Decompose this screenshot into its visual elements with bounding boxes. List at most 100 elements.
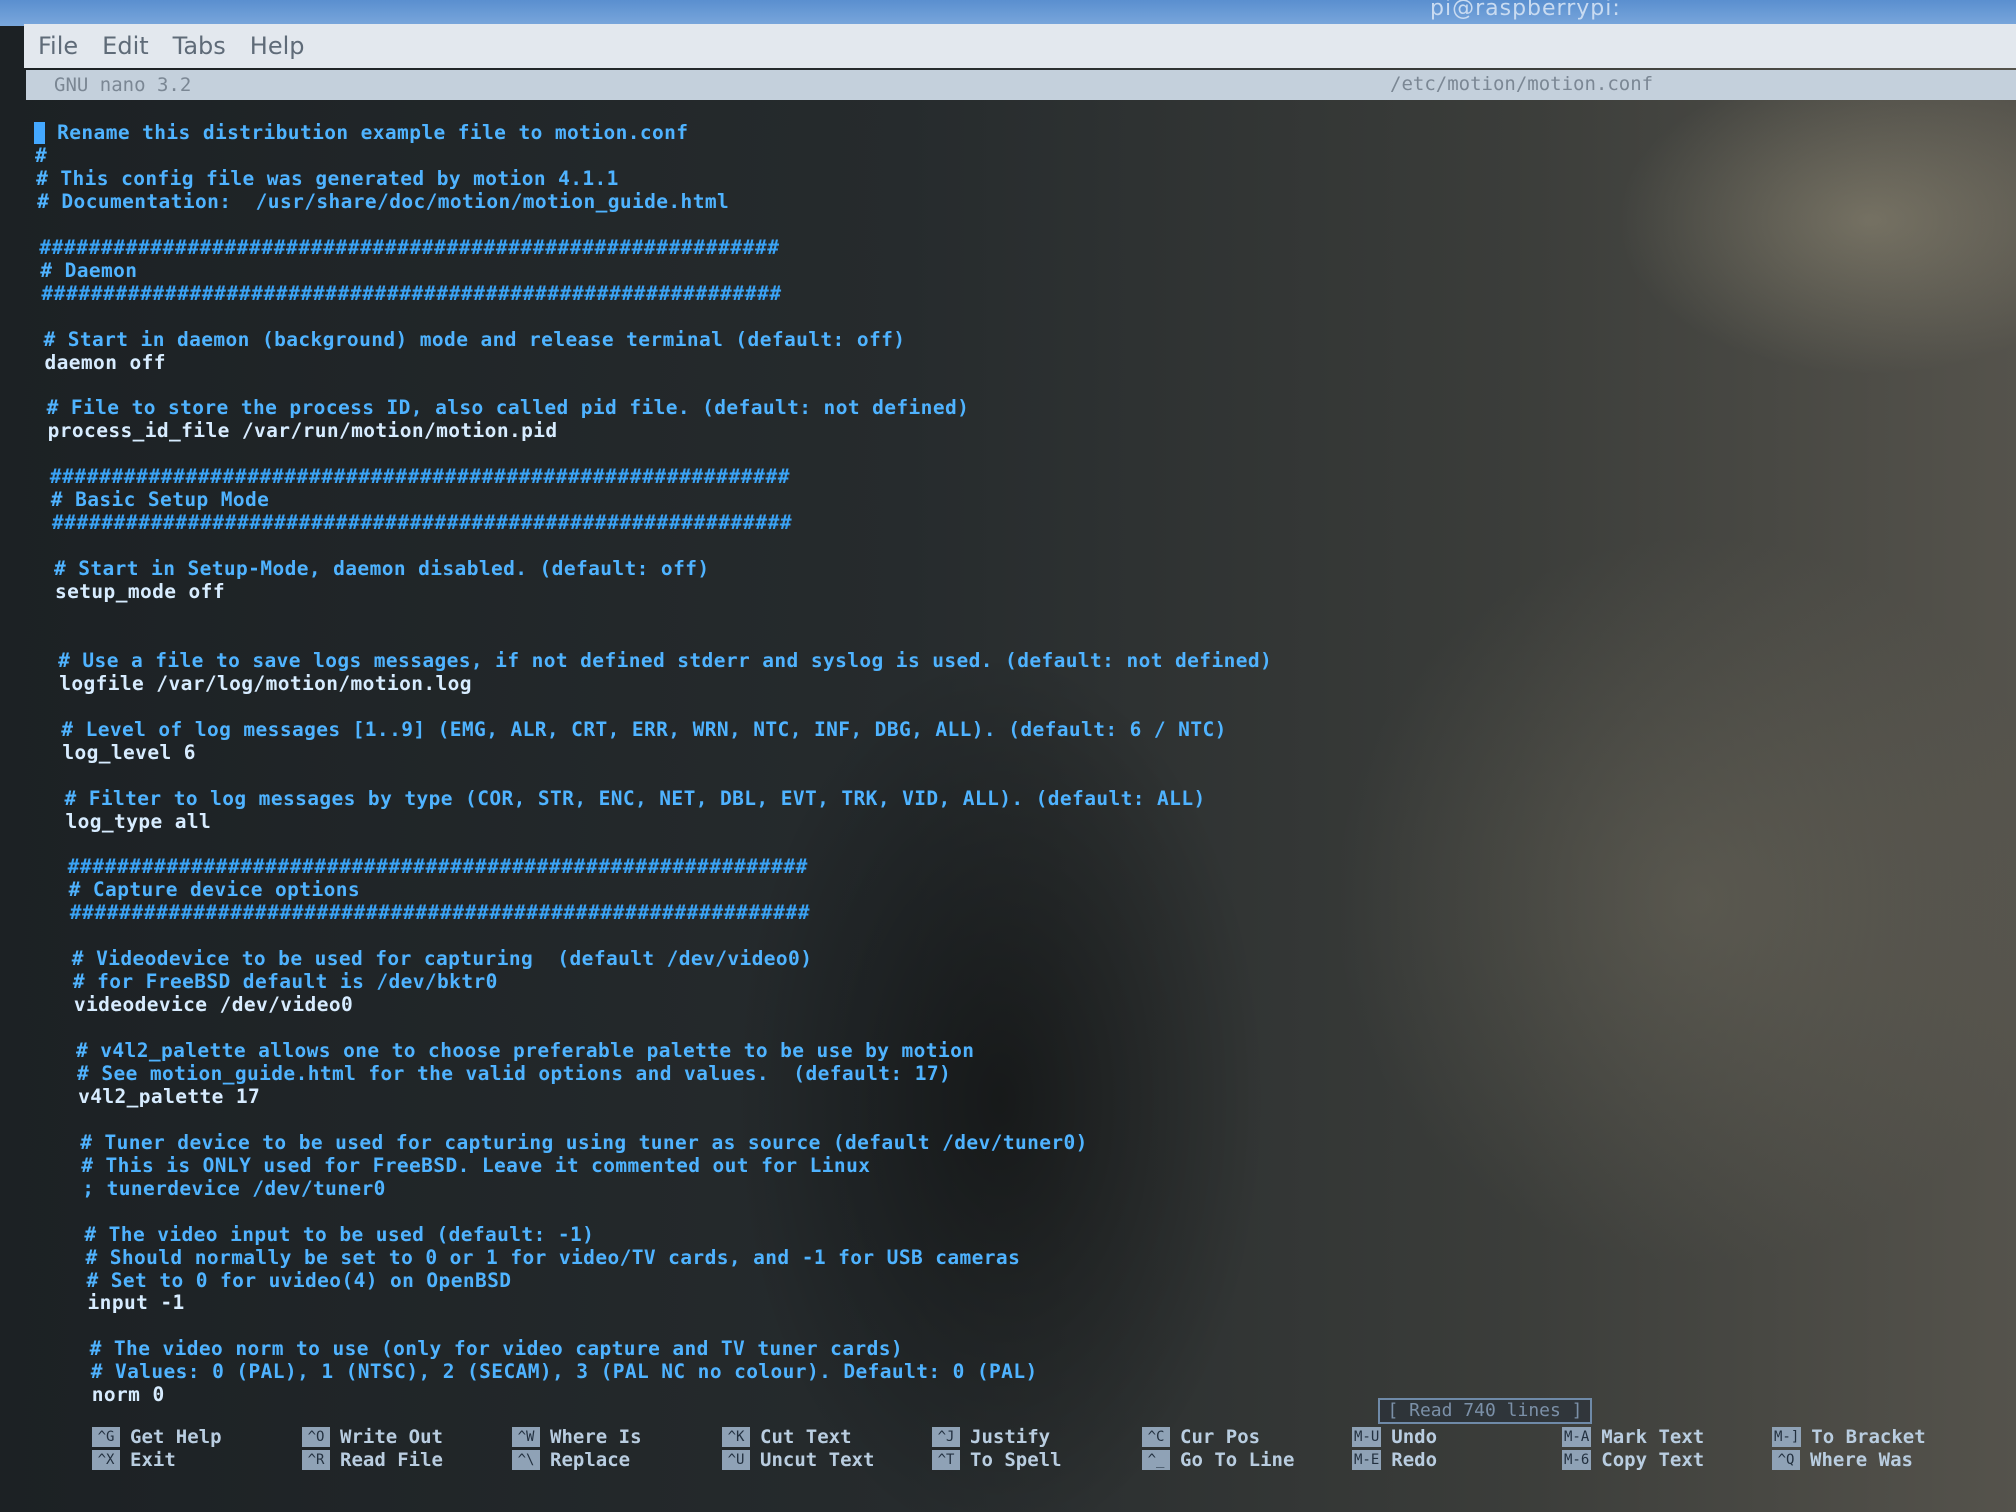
shortcut-key: ^\ — [512, 1449, 540, 1470]
shortcut-to-bracket[interactable]: M-] To Bracket — [1772, 1424, 1926, 1449]
shortcut-key: ^O — [302, 1426, 330, 1447]
editor-line-text: videodevice /dev/video0 — [73, 993, 354, 1017]
shortcut-key: ^Q — [1772, 1449, 1800, 1470]
shortcut-get-help[interactable]: ^G Get Help — [92, 1424, 222, 1449]
shortcut-justify[interactable]: ^J Justify — [932, 1424, 1050, 1449]
editor-line-text: # Filter to log messages by type (COR, S… — [64, 786, 1206, 810]
shortcut-label: Redo — [1391, 1448, 1438, 1471]
shortcut-cut-text[interactable]: ^K Cut Text — [722, 1424, 852, 1449]
editor-line-text: # See motion_guide.html for the valid op… — [77, 1061, 952, 1085]
shortcut-key: ^T — [932, 1449, 960, 1470]
editor-line-16: ########################################… — [50, 466, 790, 488]
editor-line-43: v4l2_palette 17 — [78, 1084, 261, 1108]
shortcut-replace[interactable]: ^\ Replace — [512, 1447, 630, 1472]
editor-line-14: process_id_file /var/run/motion/motion.p… — [48, 420, 558, 442]
editor-line-text: # Use a file to save logs messages, if n… — [58, 648, 1273, 672]
editor-line-21: setup_mode off — [55, 581, 225, 603]
editor-line-20: # Start in Setup-Mode, daemon disabled. … — [54, 558, 710, 580]
editor-line-text: # for FreeBSD default is /dev/bktr0 — [72, 970, 498, 994]
editor-line-18: ########################################… — [52, 512, 792, 534]
editor-line-27: # Level of log messages [1..9] (EMG, ALR… — [61, 718, 1226, 741]
editor-line-text: # This is ONLY used for FreeBSD. Leave i… — [81, 1153, 871, 1177]
editor-line-text: logfile /var/log/motion/motion.log — [59, 671, 472, 695]
shortcut-label: Undo — [1391, 1425, 1438, 1448]
shortcut-label: Justify — [970, 1425, 1051, 1448]
editor-line-51: # Set to 0 for uvideo(4) on OpenBSD — [87, 1269, 512, 1292]
nano-version: GNU nano 3.2 — [54, 74, 192, 96]
editor-line-text: v4l2_palette 17 — [78, 1084, 261, 1108]
shortcut-label: To Spell — [970, 1448, 1062, 1471]
editor-line-1: Rename this distribution example file to… — [34, 122, 688, 144]
editor-line-text: # Should normally be set to 0 or 1 for v… — [85, 1245, 1021, 1269]
editor-line-25: logfile /var/log/motion/motion.log — [59, 671, 472, 695]
shortcut-go-to-line[interactable]: ^_ Go To Line — [1142, 1447, 1294, 1472]
file-path: /etc/motion/motion.conf — [1390, 73, 1654, 95]
shortcut-write-out[interactable]: ^O Write Out — [302, 1424, 443, 1449]
editor-line-47: ; tunerdevice /dev/tuner0 — [82, 1177, 386, 1200]
shortcut-cur-pos[interactable]: ^C Cur Pos — [1142, 1424, 1260, 1449]
editor-line-46: # This is ONLY used for FreeBSD. Leave i… — [81, 1153, 871, 1177]
menu-bar: File Edit Tabs Help — [24, 24, 2016, 68]
editor-line-text: norm 0 — [91, 1383, 165, 1407]
editor-line-6: ########################################… — [39, 235, 780, 259]
menu-file[interactable]: File — [38, 32, 78, 60]
editor-line-34: # Capture device options — [69, 879, 360, 901]
shortcut-key: ^G — [92, 1426, 120, 1447]
editor-line-text: # Start in daemon (background) mode and … — [43, 327, 906, 351]
menu-tabs[interactable]: Tabs — [173, 32, 226, 60]
window-title-bar: pi@raspberrypi: — [0, 0, 2016, 26]
editor-line-text: # Start in Setup-Mode, daemon disabled. … — [53, 557, 710, 581]
editor-line-text: setup_mode off — [55, 580, 225, 603]
menu-edit[interactable]: Edit — [102, 32, 148, 60]
window-title: pi@raspberrypi: — [1430, 0, 1621, 21]
shortcut-key: ^X — [92, 1449, 120, 1470]
shortcut-key: M-6 — [1562, 1449, 1592, 1470]
editor-text-area[interactable]: Rename this distribution example file to… — [34, 122, 1934, 1406]
editor-line-33: ########################################… — [68, 856, 808, 878]
editor-line-text: # Videodevice to be used for capturing (… — [71, 947, 813, 971]
editor-line-text: log_type all — [65, 809, 212, 833]
shortcut-exit[interactable]: ^X Exit — [92, 1447, 176, 1472]
shortcut-copy-text[interactable]: M-6 Copy Text — [1562, 1447, 1704, 1472]
shortcut-label: To Bracket — [1811, 1425, 1926, 1448]
shortcut-where-is[interactable]: ^W Where Is — [512, 1424, 642, 1449]
shortcut-uncut-text[interactable]: ^U Uncut Text — [722, 1447, 874, 1472]
shortcut-redo[interactable]: M-E Redo — [1352, 1447, 1437, 1472]
shortcut-label: Where Was — [1810, 1448, 1913, 1471]
editor-line-37: # Videodevice to be used for capturing (… — [72, 948, 813, 970]
editor-line-38: # for FreeBSD default is /dev/bktr0 — [73, 971, 498, 993]
editor-line-49: # The video input to be used (default: -… — [84, 1223, 594, 1246]
editor-line-text: # Documentation: /usr/share/doc/motion/m… — [37, 189, 730, 213]
editor-line-text: ########################################… — [39, 235, 780, 259]
editor-line-text: # Values: 0 (PAL), 1 (NTSC), 2 (SECAM), … — [90, 1360, 1038, 1384]
shortcut-key: M-] — [1772, 1426, 1802, 1447]
editor-line-28: log_level 6 — [62, 740, 196, 764]
shortcut-to-spell[interactable]: ^T To Spell — [932, 1447, 1062, 1472]
editor-line-text: log_level 6 — [62, 740, 196, 764]
shortcut-key: ^U — [722, 1449, 750, 1470]
shortcut-label: Uncut Text — [760, 1448, 875, 1471]
shortcut-undo[interactable]: M-U Undo — [1352, 1424, 1437, 1449]
shortcut-label: Where Is — [550, 1425, 642, 1448]
shortcut-key: ^R — [302, 1449, 330, 1470]
editor-line-text: # File to store the process ID, also cal… — [46, 396, 970, 420]
shortcut-read-file[interactable]: ^R Read File — [302, 1447, 443, 1472]
editor-line-30: # Filter to log messages by type (COR, S… — [64, 786, 1206, 810]
editor-line-text: ########################################… — [49, 465, 791, 489]
shortcut-key: M-E — [1352, 1449, 1382, 1470]
editor-line-7: # Daemon — [40, 259, 137, 282]
editor-line-text: ########################################… — [67, 855, 808, 879]
shortcut-label: Mark Text — [1601, 1425, 1705, 1448]
text-cursor — [34, 122, 45, 144]
editor-line-text: ########################################… — [51, 511, 793, 535]
shortcut-label: Go To Line — [1180, 1448, 1295, 1471]
shortcut-label: Copy Text — [1601, 1448, 1705, 1471]
menu-help[interactable]: Help — [250, 32, 305, 60]
shortcut-mark-text[interactable]: M-A Mark Text — [1562, 1424, 1704, 1449]
editor-line-text: # Capture device options — [68, 878, 361, 902]
editor-line-55: # Values: 0 (PAL), 1 (NTSC), 2 (SECAM), … — [91, 1361, 1038, 1383]
shortcut-where-was[interactable]: ^Q Where Was — [1772, 1447, 1913, 1472]
editor-line-56: norm 0 — [92, 1384, 165, 1406]
editor-line-text: Rename this distribution example file to… — [45, 121, 689, 144]
shortcut-label: Exit — [130, 1448, 176, 1471]
